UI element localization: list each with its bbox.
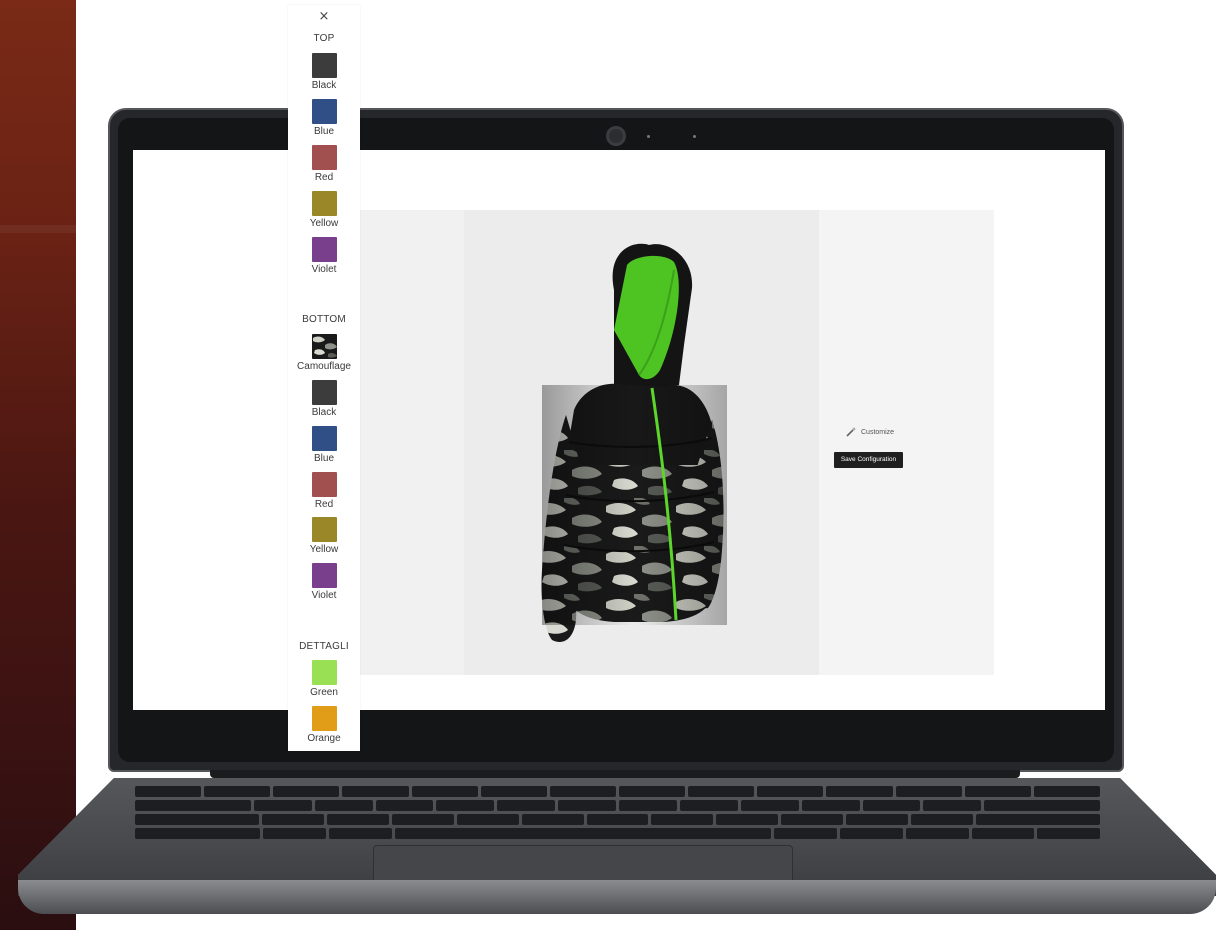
webcam-icon — [606, 126, 626, 146]
brand-background-strip — [0, 0, 76, 930]
swatch-label: Red — [314, 499, 334, 510]
swatch-chip — [312, 517, 337, 542]
swatch-label: Yellow — [309, 218, 339, 229]
swatch-top-blue[interactable]: Blue — [288, 99, 360, 143]
swatch-label: Black — [311, 80, 337, 91]
swatch-top-violet[interactable]: Violet — [288, 237, 360, 281]
swatch-label: Red — [314, 172, 334, 183]
swatch-bottom-camouflage[interactable]: Camouflage — [288, 334, 360, 378]
swatch-label: Green — [310, 687, 338, 698]
viewer-side-panel — [819, 210, 994, 675]
swatch-chip — [312, 426, 337, 451]
swatch-bottom-red[interactable]: Red — [288, 472, 360, 516]
swatch-bottom-black[interactable]: Black — [288, 380, 360, 424]
swatch-label: Violet — [311, 264, 337, 275]
viewer-margin-left — [360, 210, 464, 675]
laptop-hinge — [210, 770, 1020, 778]
3d-product-viewer[interactable] — [464, 210, 819, 675]
swatch-top-black[interactable]: Black — [288, 53, 360, 97]
sensor-dot — [647, 135, 650, 138]
swatch-label: Blue — [313, 126, 334, 137]
swatch-chip — [312, 237, 337, 262]
swatch-top-red[interactable]: Red — [288, 145, 360, 189]
swatch-chip — [312, 145, 337, 170]
swatch-dettagli-orange[interactable]: Orange — [288, 706, 360, 750]
swatch-label: Violet — [311, 590, 337, 601]
swatch-label: Black — [311, 407, 337, 418]
swatch-chip — [312, 380, 337, 405]
sensor-dot — [693, 135, 696, 138]
section-title-top: TOP — [313, 33, 335, 44]
swatch-chip — [312, 563, 337, 588]
swatch-chip — [312, 191, 337, 216]
swatch-bottom-blue[interactable]: Blue — [288, 426, 360, 470]
laptop-base-edge — [18, 880, 1216, 914]
swatch-chip — [312, 53, 337, 78]
swatch-chip — [312, 99, 337, 124]
section-title-bottom: BOTTOM — [302, 314, 346, 325]
swatch-label: Orange — [307, 733, 341, 744]
swatch-label: Yellow — [309, 544, 339, 555]
color-options-panel: × TOP Black Blue Red Yellow Violet BOTTO… — [288, 5, 360, 751]
customize-label: Customize — [861, 428, 895, 436]
customize-link[interactable]: Customize — [845, 426, 894, 438]
camouflage-pattern-chip — [312, 334, 337, 359]
jacket-model — [541, 243, 727, 642]
section-title-dettagli: DETTAGLI — [299, 641, 349, 652]
swatch-label: Blue — [313, 453, 334, 464]
swatch-bottom-violet[interactable]: Violet — [288, 563, 360, 607]
swatch-label: Camouflage — [297, 361, 351, 372]
keyboard — [134, 786, 1101, 842]
swatch-dettagli-green[interactable]: Green — [288, 660, 360, 704]
swatch-bottom-yellow[interactable]: Yellow — [288, 517, 360, 561]
swatch-chip — [312, 660, 337, 685]
close-icon[interactable]: × — [288, 9, 360, 25]
swatch-top-yellow[interactable]: Yellow — [288, 191, 360, 235]
swatch-chip — [312, 706, 337, 731]
save-configuration-button[interactable]: Save Configuration — [834, 452, 903, 468]
swatch-chip — [312, 472, 337, 497]
magic-wand-icon — [846, 427, 856, 437]
